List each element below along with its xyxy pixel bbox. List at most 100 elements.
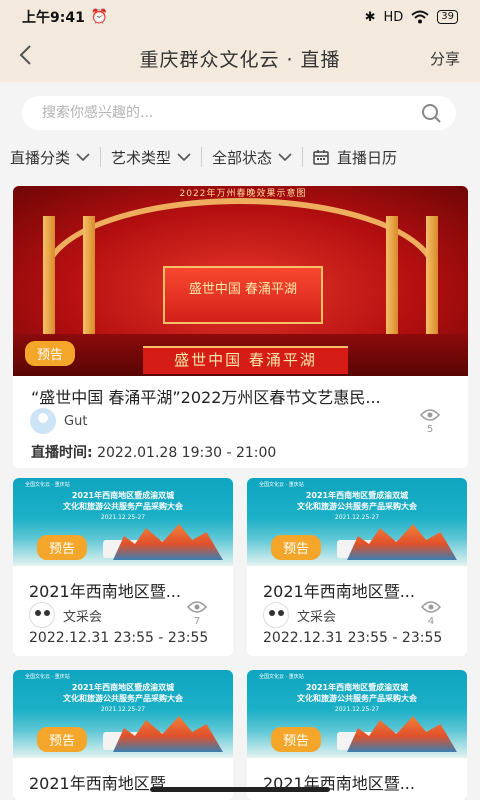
poster-top-text: 全国文化云 · 重庆站	[259, 674, 304, 680]
live-time: 2022.12.31 23:55 - 23:55	[263, 630, 443, 646]
status-indicators: ✱ HD 39	[365, 10, 458, 25]
poster-date: 2021.12.25-27	[100, 706, 146, 713]
avatar	[29, 602, 55, 628]
owner-row: 文采会	[29, 602, 102, 628]
conference-poster: 全国文化云 · 重庆站 2021年西南地区暨成渝双城 文化和旅游公共服务产品采购…	[13, 478, 233, 566]
poster-top-text: 全国文化云 · 重庆站	[259, 482, 304, 488]
chevron-down-icon	[278, 153, 292, 162]
share-button[interactable]: 分享	[430, 48, 460, 69]
owner-name: Gut	[64, 413, 88, 429]
status-bar: 上午9:41 ⏰ ✱ HD 39	[0, 0, 480, 34]
poster-title-line: 文化和旅游公共服务产品采购大会	[297, 694, 417, 703]
filter-label: 全部状态	[212, 148, 273, 167]
conference-poster: 全国文化云 · 重庆站 2021年西南地区暨成渝双城 文化和旅游公共服务产品采购…	[13, 670, 233, 758]
eye-icon	[421, 601, 441, 613]
search-icon[interactable]	[420, 102, 442, 124]
calendar-icon	[313, 150, 329, 165]
filter-label: 直播日历	[337, 148, 398, 167]
live-card[interactable]: 全国文化云 · 重庆站 2021年西南地区暨成渝双城 文化和旅游公共服务产品采购…	[13, 478, 233, 656]
filter-live-category[interactable]: 直播分类	[0, 147, 100, 167]
live-card[interactable]: 全国文化云 · 重庆站 2021年西南地区暨成渝双城 文化和旅游公共服务产品采购…	[247, 478, 467, 656]
poster-title: 2021年西南地区暨成渝双城 文化和旅游公共服务产品采购大会 2021.12.2…	[247, 490, 467, 523]
status-badge: 预告	[25, 341, 76, 366]
card-title[interactable]: “盛世中国 春涌平湖”2022万州区春节文艺惠民...	[31, 384, 451, 408]
views-number: 4	[427, 616, 435, 627]
stage-screen: 盛世中国 春涌平湖	[163, 266, 323, 324]
filter-live-calendar[interactable]: 直播日历	[302, 147, 407, 167]
featured-poster: 2022年万州春晚效果示意图 盛世中国 春涌平湖 盛世中国 春涌平湖 预告	[13, 186, 468, 376]
time-label: 直播时间:	[31, 445, 93, 461]
poster-title-line: 2021年西南地区暨成渝双城	[71, 683, 175, 692]
live-time: 直播时间: 2022.01.28 19:30 - 21:00	[31, 442, 276, 462]
poster-title: 2021年西南地区暨成渝双城 文化和旅游公共服务产品采购大会 2021.12.2…	[13, 682, 233, 715]
conference-poster: 全国文化云 · 重庆站 2021年西南地区暨成渝双城 文化和旅游公共服务产品采购…	[247, 478, 467, 566]
filter-label: 直播分类	[10, 148, 71, 167]
owner-row: Gut	[30, 408, 87, 434]
poster-title: 2021年西南地区暨成渝双城 文化和旅游公共服务产品采购大会 2021.12.2…	[13, 490, 233, 523]
card-title[interactable]: 2021年西南地区暨...	[29, 578, 221, 602]
stage-pillar	[426, 216, 438, 346]
views-number: 7	[193, 616, 201, 627]
poster-date: 2021.12.25-27	[334, 706, 380, 713]
header: 重庆群众文化云 · 直播 分享	[0, 34, 480, 82]
poster-title-line: 文化和旅游公共服务产品采购大会	[63, 502, 183, 511]
live-time: 2022.12.31 23:55 - 23:55	[29, 630, 209, 646]
network-label: HD	[383, 9, 404, 25]
eye-icon	[420, 409, 440, 421]
status-badge: 预告	[271, 727, 322, 752]
screen-title: 盛世中国 春涌平湖	[188, 282, 298, 297]
poster-top-text: 全国文化云 · 重庆站	[25, 674, 70, 680]
poster-top-text: 全国文化云 · 重庆站	[25, 482, 70, 488]
page-title: 重庆群众文化云 · 直播	[139, 48, 341, 71]
poster-title: 2021年西南地区暨成渝双城 文化和旅游公共服务产品采购大会 2021.12.2…	[247, 682, 467, 715]
poster-date: 2021.12.25-27	[334, 514, 380, 521]
poster-title-line: 2021年西南地区暨成渝双城	[71, 491, 175, 500]
stage-pillar	[43, 216, 55, 346]
owner-name: 文采会	[297, 609, 337, 625]
chevron-left-icon	[19, 45, 31, 65]
view-count: 5	[418, 408, 442, 435]
status-badge: 预告	[37, 727, 88, 752]
search-input[interactable]	[42, 105, 420, 121]
filter-art-type[interactable]: 艺术类型	[100, 147, 201, 167]
chevron-down-icon	[76, 153, 90, 162]
city-illustration	[113, 716, 223, 752]
filter-bar: 直播分类 艺术类型 全部状态 直播日历	[0, 140, 480, 174]
card-title[interactable]: 2021年西南地区暨...	[263, 578, 455, 602]
back-button[interactable]	[18, 44, 48, 74]
home-indicator[interactable]	[150, 787, 330, 792]
conference-poster: 全国文化云 · 重庆站 2021年西南地区暨成渝双城 文化和旅游公共服务产品采购…	[247, 670, 467, 758]
poster-title-line: 文化和旅游公共服务产品采购大会	[63, 694, 183, 703]
poster-title-line: 文化和旅游公共服务产品采购大会	[297, 502, 417, 511]
owner-name: 文采会	[63, 609, 103, 625]
search-bar	[22, 96, 456, 130]
eye-icon	[187, 601, 207, 613]
bluetooth-icon: ✱	[364, 9, 376, 25]
alarm-icon: ⏰	[90, 9, 109, 25]
avatar	[263, 602, 289, 628]
status-time: 上午9:41	[22, 10, 85, 26]
live-card[interactable]: 全国文化云 · 重庆站 2021年西南地区暨成渝双城 文化和旅游公共服务产品采购…	[13, 670, 233, 800]
filter-label: 艺术类型	[111, 148, 172, 167]
stage-banner: 盛世中国 春涌平湖	[143, 346, 348, 374]
views-number: 5	[426, 424, 434, 435]
poster-date: 2021.12.25-27	[100, 514, 146, 521]
view-count: 4	[419, 600, 443, 627]
stage-pillar	[386, 216, 398, 346]
time-value: 2022.01.28 19:30 - 21:00	[97, 445, 277, 461]
poster-title-line: 2021年西南地区暨成渝双城	[305, 491, 409, 500]
owner-row: 文采会	[263, 602, 336, 628]
stage-pillar	[83, 216, 95, 346]
city-illustration	[347, 716, 457, 752]
city-illustration	[113, 524, 223, 560]
filter-status[interactable]: 全部状态	[201, 147, 302, 167]
view-count: 7	[185, 600, 209, 627]
poster-title-line: 2021年西南地区暨成渝双城	[305, 683, 409, 692]
wifi-icon	[411, 10, 429, 24]
city-illustration	[347, 524, 457, 560]
status-badge: 预告	[37, 535, 88, 560]
chevron-down-icon	[177, 153, 191, 162]
featured-live-card[interactable]: 2022年万州春晚效果示意图 盛世中国 春涌平湖 盛世中国 春涌平湖 预告 “盛…	[13, 186, 468, 468]
avatar	[30, 408, 56, 434]
live-card[interactable]: 全国文化云 · 重庆站 2021年西南地区暨成渝双城 文化和旅游公共服务产品采购…	[247, 670, 467, 800]
